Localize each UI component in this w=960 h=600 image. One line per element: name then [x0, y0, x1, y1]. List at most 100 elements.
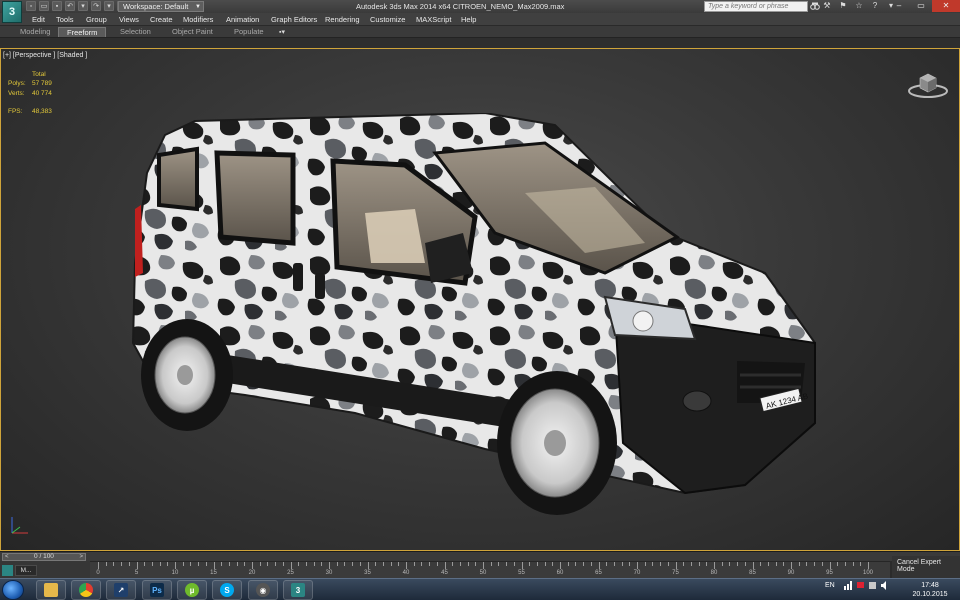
trackbar-label: 40	[402, 570, 410, 576]
trackbar-tick	[436, 562, 438, 566]
trackbar-tick	[275, 562, 277, 566]
trackbar-label: 5	[134, 570, 139, 576]
trackbar-tick	[652, 562, 654, 566]
taskbar-3dsmax[interactable]: 3	[283, 580, 313, 600]
trackbar-tick	[714, 562, 715, 569]
language-indicator[interactable]: EN	[825, 582, 835, 589]
arrow-app-icon: ↗	[114, 583, 128, 597]
viewport-label-menu[interactable]: [+] [Perspective ] [Shaded ]	[3, 52, 87, 59]
trackbar-label: 90	[787, 570, 795, 576]
menu-group[interactable]: Group	[86, 15, 107, 24]
time-slider-thumb[interactable]: < 0 / 100 >	[2, 553, 86, 561]
trackbar-tick	[459, 562, 461, 566]
cancel-expert-mode-button[interactable]: Cancel Expert Mode	[892, 556, 960, 580]
minimize-button[interactable]: –	[888, 0, 910, 12]
trackbar-label: 80	[710, 570, 718, 576]
time-prev-button[interactable]: <	[5, 554, 9, 560]
trackbar-tick	[444, 562, 446, 569]
track-bar[interactable]: 0 5 10 15 20 25 30 35 40 45 50 55 60 65 70 75 80 85 90 95 10…	[90, 561, 890, 579]
menu-maxscript[interactable]: MAXScript	[416, 15, 451, 24]
menu-customize[interactable]: Customize	[370, 15, 405, 24]
tab-selection[interactable]: Selection	[120, 27, 151, 37]
taskbar-camera[interactable]: ◉	[248, 580, 278, 600]
menu-tools[interactable]: Tools	[56, 15, 74, 24]
favorites-star-icon[interactable]: ☆	[854, 1, 864, 11]
communication-center-icon[interactable]: ⚑	[838, 1, 848, 11]
app-logo-icon: 3	[8, 6, 16, 18]
trackbar-tick	[860, 562, 862, 566]
new-file-icon[interactable]: ▫	[26, 1, 36, 11]
trackbar-label: 100	[862, 570, 874, 576]
3dsmax-icon: 3	[291, 583, 305, 597]
application-button[interactable]: 3	[2, 1, 22, 23]
maximize-button[interactable]: ▭	[910, 0, 932, 12]
taskbar-explorer[interactable]	[36, 580, 66, 600]
tray-app-icon[interactable]	[868, 581, 877, 590]
time-next-button[interactable]: >	[79, 554, 83, 560]
car-model[interactable]: AK 1234 AB	[125, 113, 825, 533]
taskbar-photoshop[interactable]: Ps	[142, 580, 172, 600]
trackbar-tick	[806, 562, 808, 566]
trackbar-tick	[606, 562, 608, 566]
redo-icon[interactable]: ↷	[91, 1, 101, 11]
menu-animation[interactable]: Animation	[226, 15, 259, 24]
photoshop-icon: Ps	[150, 583, 164, 597]
open-file-icon[interactable]: ▭	[39, 1, 49, 11]
trackbar-tick	[398, 562, 400, 566]
network-icon[interactable]	[843, 581, 853, 590]
menu-help[interactable]: Help	[461, 15, 476, 24]
tab-object-paint[interactable]: Object Paint	[172, 27, 213, 37]
menu-create[interactable]: Create	[150, 15, 173, 24]
trackbar-tick	[590, 562, 592, 566]
menu-modifiers[interactable]: Modifiers	[183, 15, 213, 24]
trackbar-tick	[228, 562, 230, 566]
maxscript-mini-listener[interactable]: M...	[15, 564, 37, 576]
trackbar-tick	[213, 562, 215, 569]
trackbar-tick	[814, 562, 816, 566]
taskbar-chrome[interactable]	[71, 580, 101, 600]
trackbar-tick	[752, 562, 754, 569]
taskbar-skype[interactable]: S	[212, 580, 242, 600]
trackbar-tick	[744, 562, 746, 566]
tab-modeling[interactable]: Modeling	[20, 27, 50, 37]
start-button[interactable]	[2, 580, 24, 600]
flag-icon[interactable]	[856, 581, 865, 590]
tab-populate[interactable]: Populate	[234, 27, 264, 37]
trackbar-label: 95	[826, 570, 833, 576]
trackbar-tick	[775, 562, 777, 566]
undo-dropdown-icon[interactable]: ▾	[78, 1, 88, 11]
trackbar-label: 75	[672, 570, 679, 576]
taskbar-clock[interactable]: 17:48 20.10.2015	[910, 581, 950, 599]
time-slider[interactable]: < 0 / 100 >	[0, 551, 960, 561]
save-file-icon[interactable]: ▪	[52, 1, 62, 11]
help-icon[interactable]: ?	[870, 1, 880, 11]
menu-views[interactable]: Views	[119, 15, 139, 24]
taskbar-utorrent[interactable]: µ	[177, 580, 207, 600]
trackbar-tick	[282, 562, 284, 566]
tab-freeform[interactable]: Freeform	[58, 27, 107, 37]
volume-icon[interactable]	[880, 581, 889, 590]
trackbar-tick	[690, 562, 692, 566]
trackbar-tick	[144, 562, 146, 566]
taskbar-app-arrow[interactable]: ↗	[106, 580, 136, 600]
axis-tripod-icon	[11, 517, 28, 534]
search-input[interactable]: Type a keyword or phrase	[704, 1, 808, 12]
trackbar-tick	[359, 562, 361, 566]
binoculars-icon[interactable]	[810, 1, 820, 11]
menu-edit[interactable]: Edit	[32, 15, 45, 24]
close-button[interactable]: ✕	[932, 0, 960, 12]
subscription-icon[interactable]: ⚒	[822, 1, 832, 11]
trackbar-label: 65	[595, 570, 602, 576]
workspace-dropdown[interactable]: Workspace: Default ▼	[118, 1, 204, 12]
menu-rendering[interactable]: Rendering	[325, 15, 360, 24]
viewcube-icon[interactable]	[907, 70, 949, 100]
trackbar-tick	[105, 562, 107, 566]
redo-dropdown-icon[interactable]: ▾	[104, 1, 114, 11]
trackbar-tick	[721, 562, 723, 566]
ribbon-toggle-icon[interactable]: ▪▾	[279, 28, 285, 36]
trackbar-label: 45	[441, 570, 448, 576]
trackbar-tick	[783, 562, 785, 566]
trackbar-tick	[413, 562, 415, 566]
undo-icon[interactable]: ↶	[65, 1, 75, 11]
menu-graph-editors[interactable]: Graph Editors	[271, 15, 317, 24]
